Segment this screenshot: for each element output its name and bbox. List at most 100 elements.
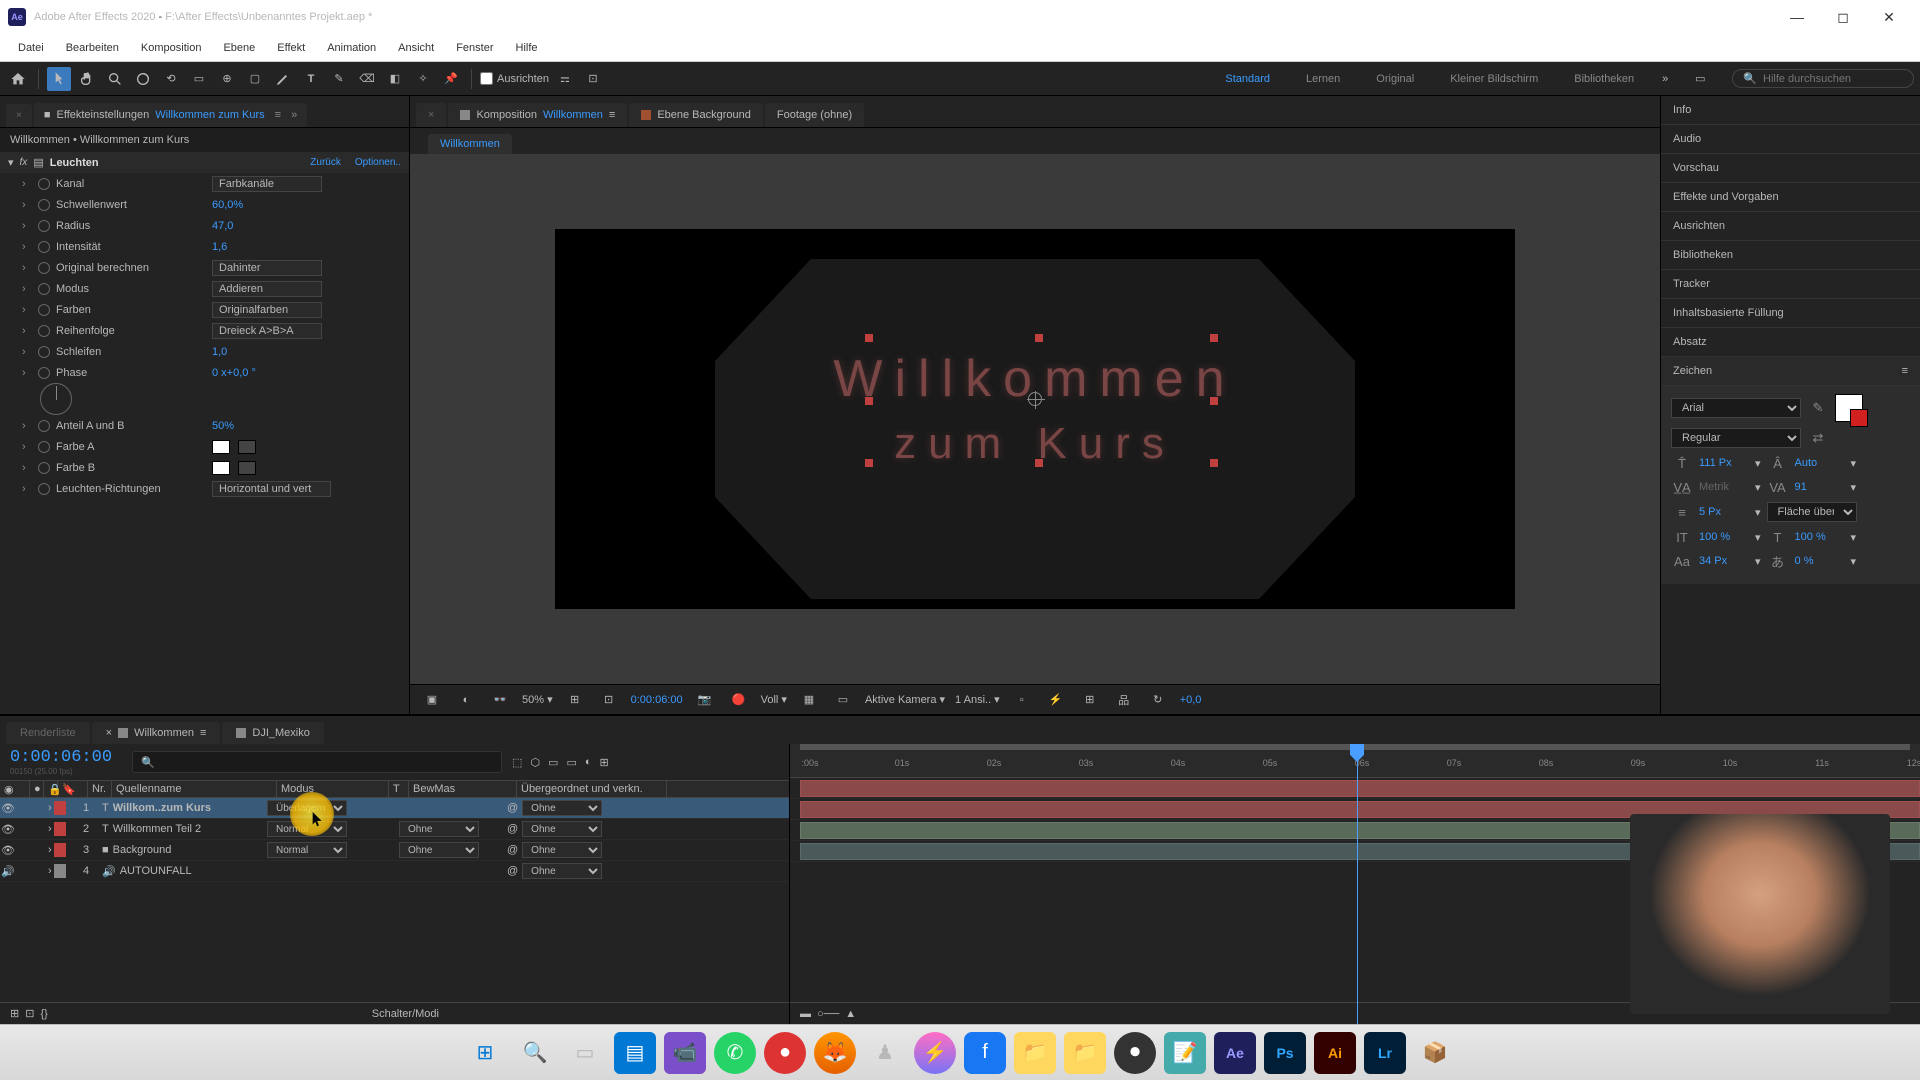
hscale-input[interactable]: 100 % bbox=[1795, 531, 1845, 543]
comp-mini-flowchart-icon[interactable]: ⬚ bbox=[512, 756, 522, 769]
menu-fenster[interactable]: Fenster bbox=[446, 38, 503, 58]
parent-dropdown[interactable]: Ohne bbox=[522, 800, 602, 816]
toggle-in-out-icon[interactable]: {} bbox=[40, 1008, 47, 1020]
stopwatch-icon[interactable] bbox=[38, 483, 50, 495]
stopwatch-icon[interactable] bbox=[38, 462, 50, 474]
project-tab[interactable]: × bbox=[6, 104, 32, 127]
hand-tool-icon[interactable] bbox=[75, 67, 99, 91]
menu-bearbeiten[interactable]: Bearbeiten bbox=[56, 38, 129, 58]
tab-menu-icon[interactable]: ≡ bbox=[609, 109, 615, 121]
property-value[interactable]: 1,0 bbox=[212, 346, 227, 358]
taskbar-app[interactable]: 📝 bbox=[1164, 1032, 1206, 1074]
property-dropdown[interactable]: Farbkanäle bbox=[212, 176, 322, 192]
panel-tracker[interactable]: Tracker bbox=[1661, 270, 1920, 299]
workspace-kleiner[interactable]: Kleiner Bildschirm bbox=[1442, 69, 1546, 89]
stopwatch-icon[interactable] bbox=[38, 220, 50, 232]
snap-toggle[interactable]: Ausrichten bbox=[480, 72, 549, 85]
font-family-dropdown[interactable]: Arial bbox=[1671, 398, 1801, 418]
stopwatch-icon[interactable] bbox=[38, 199, 50, 211]
blend-mode-cell[interactable]: Normal bbox=[263, 819, 375, 839]
menu-komposition[interactable]: Komposition bbox=[131, 38, 212, 58]
taskbar-app[interactable]: 📦 bbox=[1414, 1032, 1456, 1074]
stopwatch-icon[interactable] bbox=[38, 420, 50, 432]
stroke-width-input[interactable]: 5 Px bbox=[1699, 506, 1749, 518]
solo-toggle[interactable] bbox=[16, 861, 30, 881]
current-time[interactable]: 0:00:06:00 bbox=[631, 694, 683, 706]
property-value[interactable]: 60,0% bbox=[212, 199, 243, 211]
roto-tool-icon[interactable]: ✧ bbox=[411, 67, 435, 91]
visibility-toggle-icon[interactable]: 👁 bbox=[0, 798, 16, 818]
panel-zeichen[interactable]: Zeichen≡ bbox=[1661, 357, 1920, 386]
track-matte-dropdown[interactable]: Ohne bbox=[399, 842, 479, 858]
toggle-modes-icon[interactable]: ⊡ bbox=[25, 1007, 34, 1020]
parent-cell[interactable]: @Ohne bbox=[503, 798, 653, 818]
twirl-icon[interactable]: › bbox=[22, 262, 32, 274]
blend-mode-dropdown[interactable]: Normal bbox=[267, 842, 347, 858]
fx-badge-icon[interactable]: fx bbox=[20, 157, 28, 168]
help-search[interactable]: 🔍 bbox=[1732, 69, 1914, 88]
panel-audio[interactable]: Audio bbox=[1661, 125, 1920, 154]
twirl-icon[interactable]: › bbox=[22, 367, 32, 379]
effect-options[interactable]: Optionen.. bbox=[355, 157, 401, 168]
effect-twirl-icon[interactable]: ▾ bbox=[8, 156, 14, 169]
workspace-standard[interactable]: Standard bbox=[1217, 69, 1278, 89]
comp-tab-active[interactable]: Komposition Willkommen ≡ bbox=[448, 103, 627, 127]
comp-tab-layer[interactable]: Ebene Background bbox=[629, 103, 763, 127]
toggle-switches-icon[interactable]: ⊞ bbox=[10, 1007, 19, 1020]
canvas[interactable]: Willkommen zum Kurs bbox=[555, 229, 1515, 609]
stopwatch-icon[interactable] bbox=[38, 283, 50, 295]
menu-datei[interactable]: Datei bbox=[8, 38, 54, 58]
switches-modes-label[interactable]: Schalter/Modi bbox=[372, 1008, 439, 1020]
stroke-color-swatch[interactable] bbox=[1850, 409, 1868, 427]
workspace-panel-icon[interactable]: ▭ bbox=[1688, 67, 1712, 91]
twirl-icon[interactable]: › bbox=[22, 483, 32, 495]
layer-expand[interactable]: › bbox=[44, 819, 74, 839]
panel-more-icon[interactable]: » bbox=[291, 109, 297, 121]
property-value[interactable]: 47,0 bbox=[212, 220, 233, 232]
layer-expand[interactable]: › bbox=[44, 798, 74, 818]
parent-dropdown[interactable]: Ohne bbox=[522, 821, 602, 837]
layer-expand[interactable]: › bbox=[44, 840, 74, 860]
stopwatch-icon[interactable] bbox=[38, 304, 50, 316]
effect-preset-icon[interactable]: ▤ bbox=[33, 156, 43, 169]
taskbar-explorer-icon[interactable]: 📁 bbox=[1014, 1032, 1056, 1074]
camera-dropdown[interactable]: Aktive Kamera ▾ bbox=[865, 693, 945, 706]
stopwatch-icon[interactable] bbox=[38, 178, 50, 190]
property-dropdown[interactable]: Horizontal und vert bbox=[212, 481, 331, 497]
label-color[interactable] bbox=[54, 864, 66, 878]
twirl-icon[interactable]: › bbox=[22, 346, 32, 358]
zoom-in-icon[interactable]: ▲ bbox=[845, 1008, 856, 1020]
blend-mode-dropdown[interactable]: Normal bbox=[267, 821, 347, 837]
twirl-icon[interactable]: › bbox=[22, 304, 32, 316]
taskbar-lightroom-icon[interactable]: Lr bbox=[1364, 1032, 1406, 1074]
col-trkmat[interactable]: BewMas bbox=[409, 781, 517, 797]
track-matte-toggle[interactable] bbox=[375, 861, 395, 881]
parent-dropdown[interactable]: Ohne bbox=[522, 842, 602, 858]
twirl-icon[interactable]: › bbox=[22, 283, 32, 295]
selection-handle[interactable] bbox=[1035, 334, 1043, 342]
visibility-toggle-icon[interactable]: 🔊 bbox=[0, 861, 16, 881]
leading-input[interactable]: Auto bbox=[1795, 457, 1845, 469]
selection-tool-icon[interactable] bbox=[47, 67, 71, 91]
tab-mexiko[interactable]: DJI_Mexiko bbox=[222, 722, 323, 744]
eraser-tool-icon[interactable]: ◧ bbox=[383, 67, 407, 91]
solo-toggle[interactable] bbox=[16, 798, 30, 818]
taskbar-aftereffects-icon[interactable]: Ae bbox=[1214, 1032, 1256, 1074]
label-color[interactable] bbox=[54, 843, 66, 857]
frame-blend-icon[interactable]: ▭ bbox=[566, 756, 576, 769]
layer-row[interactable]: 🔊 › 4 🔊AUTOUNFALL @Ohne bbox=[0, 861, 789, 882]
roi-icon[interactable]: ⊡ bbox=[597, 688, 621, 712]
start-button[interactable]: ⊞ bbox=[464, 1032, 506, 1074]
mask-toggle-icon[interactable]: ▣ bbox=[420, 688, 444, 712]
phase-dial[interactable] bbox=[40, 383, 72, 415]
selection-handle[interactable] bbox=[1210, 334, 1218, 342]
property-value[interactable]: 50% bbox=[212, 420, 234, 432]
pixel-aspect-icon[interactable]: ▫ bbox=[1010, 688, 1034, 712]
taskbar-firefox-icon[interactable]: 🦊 bbox=[814, 1032, 856, 1074]
tsume-input[interactable]: 0 % bbox=[1795, 555, 1845, 567]
twirl-icon[interactable]: › bbox=[22, 441, 32, 453]
eyedropper-icon[interactable] bbox=[238, 461, 256, 475]
panel-fuellung[interactable]: Inhaltsbasierte Füllung bbox=[1661, 299, 1920, 328]
panel-menu-icon[interactable]: ≡ bbox=[275, 109, 281, 121]
track-matte-cell[interactable] bbox=[395, 798, 503, 818]
